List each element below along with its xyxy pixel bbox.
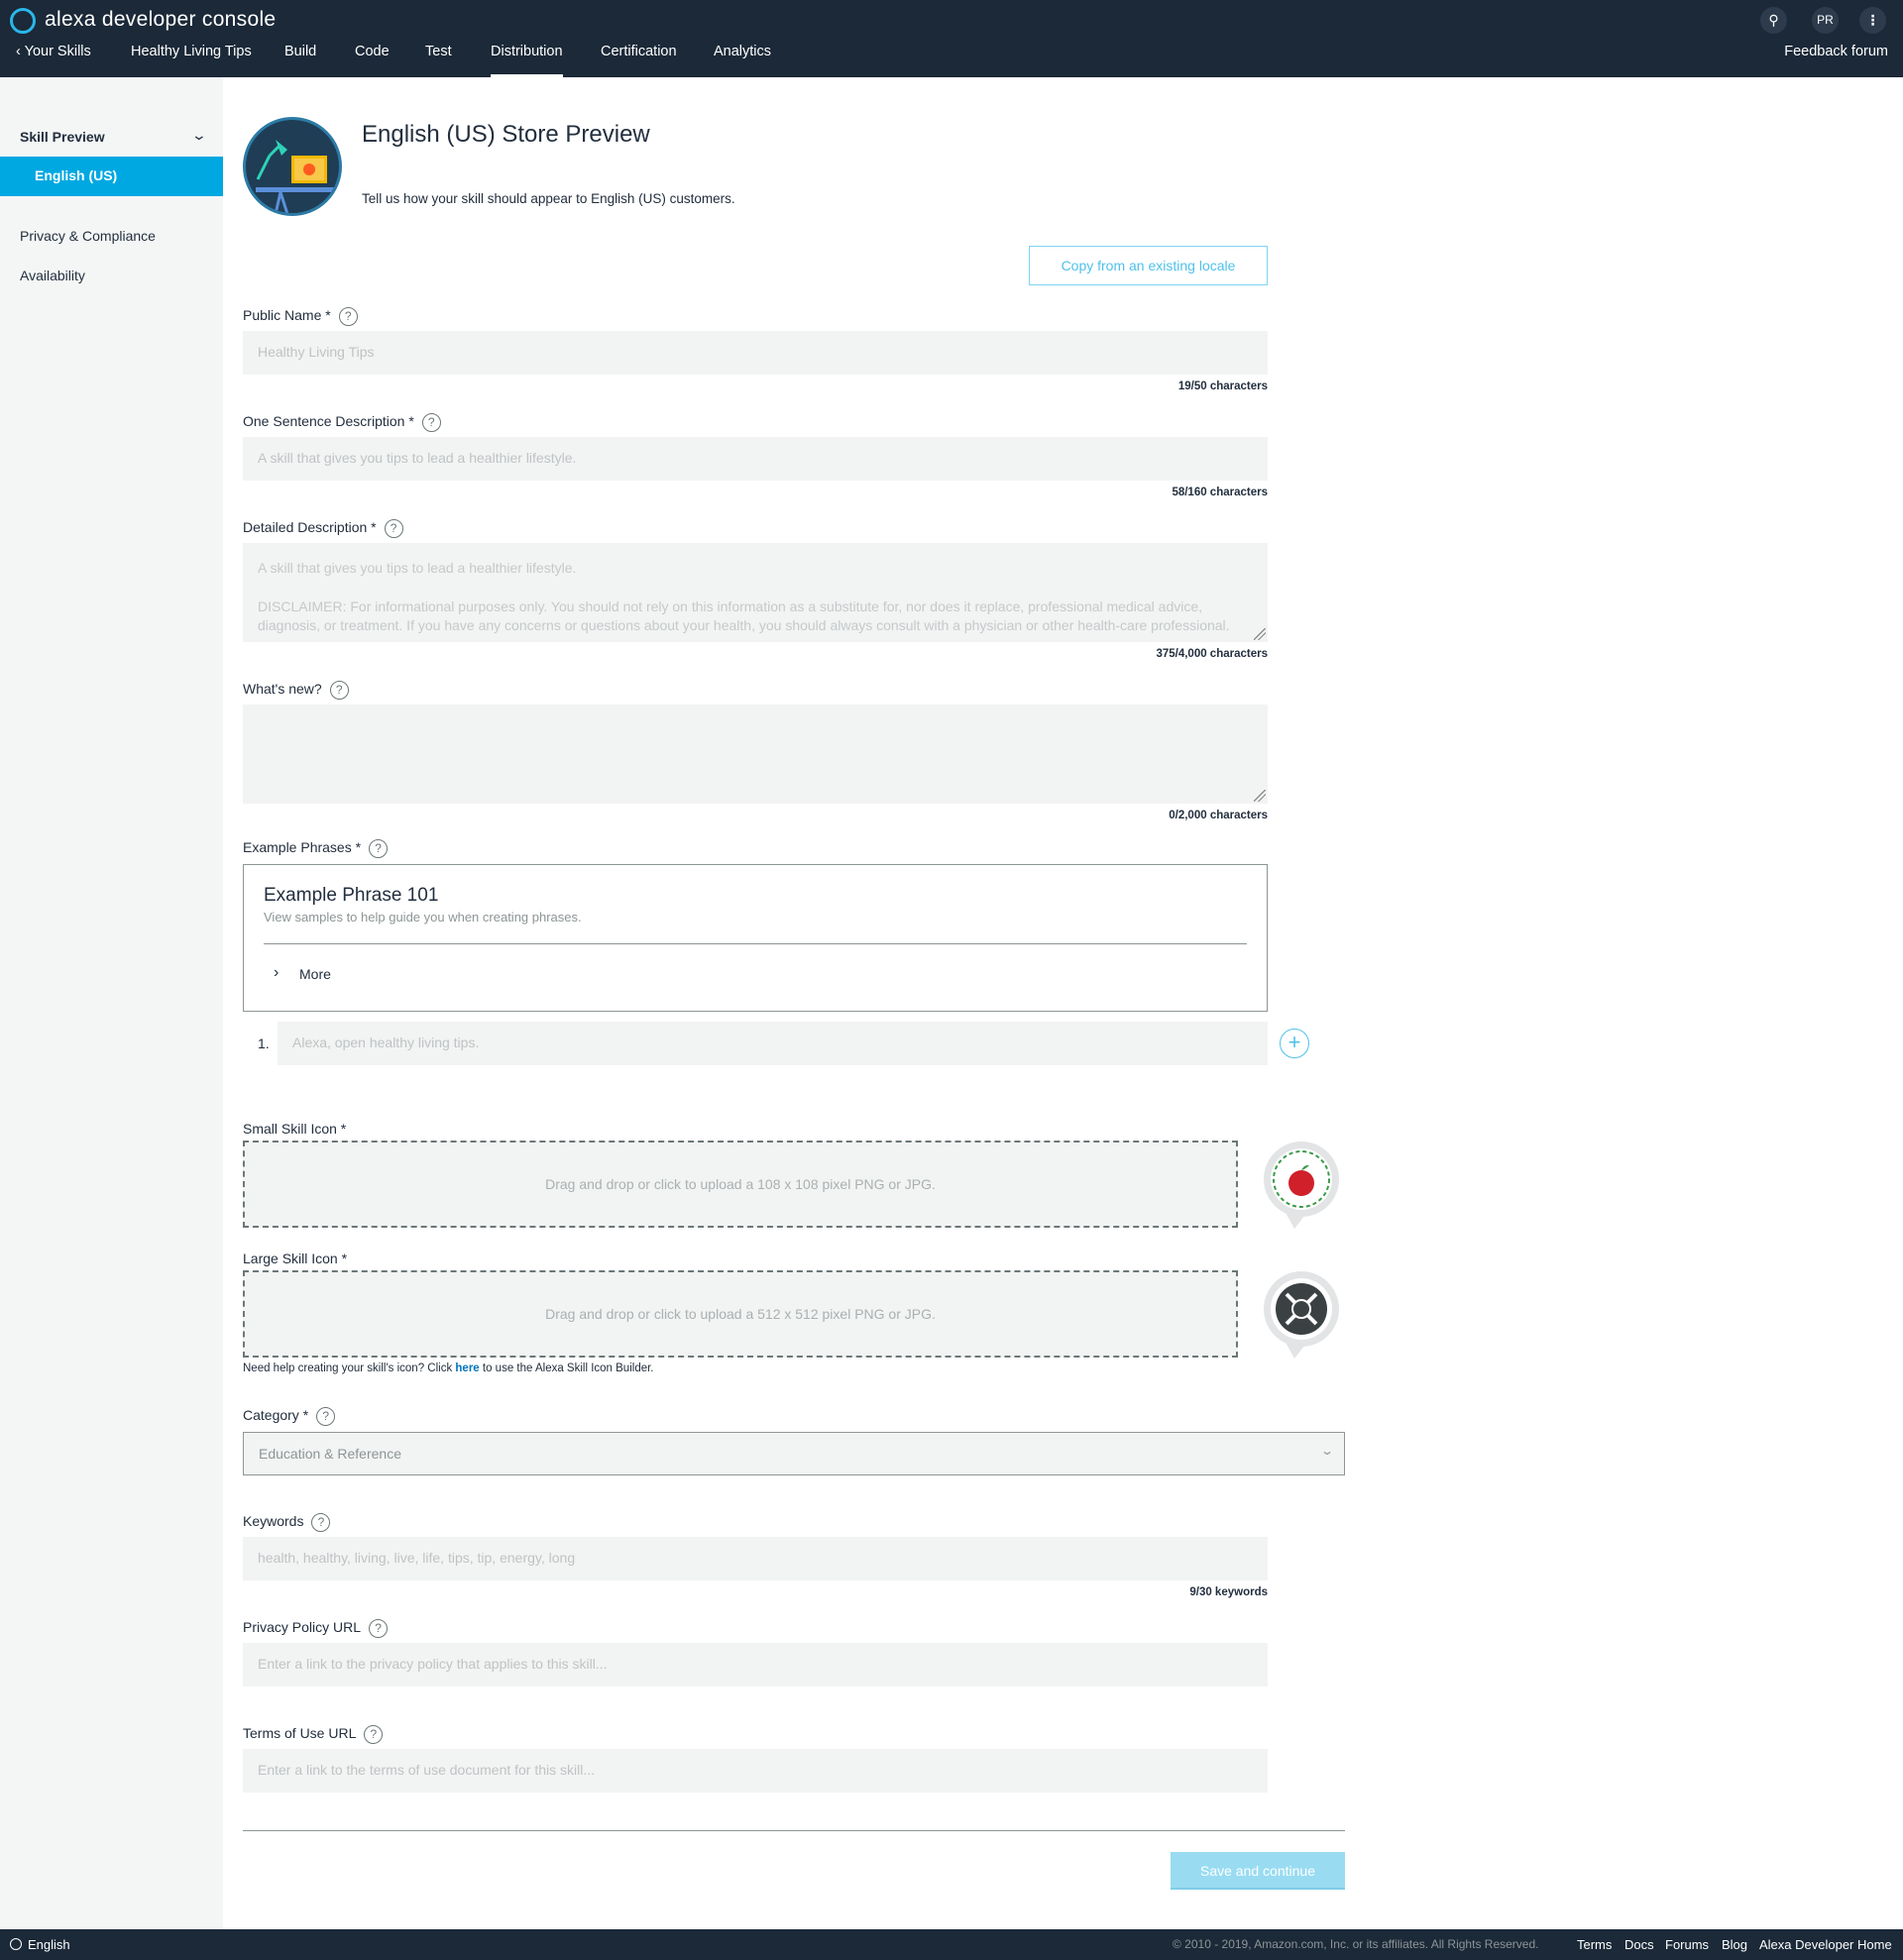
search-icon[interactable]: ⚲ [1760,7,1787,34]
sidebar: Skill Preview ⌄ English (US) Privacy & C… [0,77,223,1929]
help-icon[interactable]: ? [369,1619,389,1638]
help-icon[interactable]: ? [384,519,403,538]
keywords-label: Keywords? [243,1513,331,1532]
app-brand[interactable]: alexa developer console [45,8,276,32]
large-icon-preview [1264,1271,1339,1347]
small-icon-dropzone[interactable]: Drag and drop or click to upload a 108 x… [243,1141,1238,1228]
page-title: English (US) Store Preview [362,121,650,148]
tab-test[interactable]: Test [425,44,452,77]
help-icon[interactable]: ? [329,681,349,700]
one-sentence-counter: 58/160 characters [1172,487,1268,498]
avatar[interactable]: PR [1812,7,1839,34]
footer-link-forums[interactable]: Forums [1665,1937,1709,1952]
example-phrases-label: Example Phrases *? [243,839,389,858]
small-icon-preview [1264,1142,1339,1217]
tab-code[interactable]: Code [355,44,390,77]
tab-analytics[interactable]: Analytics [714,44,771,77]
bubble-tail [1285,1211,1308,1229]
chevron-right-icon[interactable]: › [274,964,279,982]
tab-distribution[interactable]: Distribution [491,44,563,77]
help-icon[interactable]: ? [311,1513,331,1532]
icon-builder-help: Need help creating your skill's icon? Cl… [243,1362,654,1374]
detailed-description-line: diagnosis, or treatment. If you have any… [258,617,1230,633]
help-icon[interactable]: ? [338,307,358,326]
whats-new-label: What's new?? [243,681,349,700]
privacy-url-label: Privacy Policy URL? [243,1619,389,1638]
help-icon[interactable]: ? [369,839,389,858]
nav-back-your-skills[interactable]: ‹ Your Skills [16,44,91,77]
terms-url-input[interactable]: Enter a link to the terms of use documen… [243,1749,1268,1793]
save-and-continue-button[interactable]: Save and continue [1171,1852,1345,1890]
globe-icon [10,1938,22,1950]
divider [264,943,1247,944]
category-select[interactable]: Education & Reference ⌄ [243,1432,1345,1475]
privacy-url-input[interactable]: Enter a link to the privacy policy that … [243,1643,1268,1687]
detailed-description-label: Detailed Description *? [243,519,403,538]
footer-link-blog[interactable]: Blog [1722,1937,1747,1952]
add-phrase-icon[interactable]: + [1280,1029,1309,1058]
keywords-counter: 9/30 keywords [1189,1586,1268,1598]
one-sentence-label: One Sentence Description *? [243,413,441,432]
page-subtitle: Tell us how your skill should appear to … [362,191,735,206]
example-phrase-input[interactable]: Alexa, open healthy living tips. [278,1022,1268,1065]
footer-link-alexa-developer-home[interactable]: Alexa Developer Home [1759,1937,1892,1952]
example-phrase-101-panel: Example Phrase 101 View samples to help … [243,864,1268,1012]
feedback-forum-link[interactable]: Feedback forum [1784,44,1888,59]
chevron-left-icon: ‹ [16,44,25,59]
footer-link-docs[interactable]: Docs [1624,1937,1654,1952]
detailed-description-counter: 375/4,000 characters [1156,648,1268,660]
resize-handle-icon[interactable] [1254,790,1266,802]
sidebar-item-english-us[interactable]: English (US) [0,157,223,196]
resize-handle-icon[interactable] [1254,628,1266,640]
sidebar-item-availability[interactable]: Availability [20,268,85,283]
footer-link-terms[interactable]: Terms [1577,1937,1612,1952]
chevron-down-icon: ⌄ [1319,1444,1335,1458]
fork-knife-icon [1271,1278,1332,1340]
bubble-tail [1285,1341,1308,1359]
chevron-down-icon[interactable]: ⌄ [191,127,207,144]
phrase-number: 1. [258,1035,270,1051]
whats-new-counter: 0/2,000 characters [1169,810,1268,821]
more-toggle[interactable]: More [299,966,331,982]
icon-builder-link[interactable]: here [455,1362,479,1374]
one-sentence-input[interactable]: A skill that gives you tips to lead a he… [243,437,1268,481]
sidebar-group-skill-preview[interactable]: Skill Preview [20,129,105,145]
footer: English © 2010 - 2019, Amazon.com, Inc. … [0,1929,1903,1960]
help-icon[interactable]: ? [421,413,441,432]
category-label: Category *? [243,1407,336,1426]
public-name-input[interactable]: Healthy Living Tips [243,331,1268,375]
public-name-counter: 19/50 characters [1177,381,1268,392]
small-icon-label: Small Skill Icon * [243,1121,347,1137]
sidebar-item-privacy-compliance[interactable]: Privacy & Compliance [20,228,156,244]
detailed-description-line: DISCLAIMER: For informational purposes o… [258,599,1203,614]
keywords-input[interactable]: health, healthy, living, live, life, tip… [243,1537,1268,1580]
store-preview-illustration [243,117,342,216]
apple-icon [1271,1148,1332,1210]
large-icon-dropzone[interactable]: Drag and drop or click to upload a 512 x… [243,1270,1238,1358]
top-bar: alexa developer console ⚲ PR ⋮ ‹ Your Sk… [0,0,1903,77]
copyright-text: © 2010 - 2019, Amazon.com, Inc. or its a… [1173,1937,1539,1951]
divider [243,1830,1345,1831]
tab-build[interactable]: Build [284,44,316,77]
large-icon-label: Large Skill Icon * [243,1251,348,1266]
more-vertical-icon[interactable]: ⋮ [1859,7,1886,34]
copy-from-locale-button[interactable]: Copy from an existing locale [1029,246,1268,285]
example-phrase-subtitle: View samples to help guide you when crea… [264,910,582,925]
help-icon[interactable]: ? [316,1407,336,1426]
whats-new-textarea[interactable] [243,705,1268,804]
detailed-description-textarea[interactable]: A skill that gives you tips to lead a he… [243,543,1268,642]
tab-certification[interactable]: Certification [601,44,677,77]
nav-skill-name[interactable]: Healthy Living Tips [131,44,252,77]
alexa-logo-icon[interactable] [10,8,36,34]
public-name-label: Public Name *? [243,307,358,326]
help-icon[interactable]: ? [364,1725,384,1744]
terms-url-label: Terms of Use URL? [243,1725,384,1744]
language-selector[interactable]: English [28,1937,70,1952]
example-phrase-title: Example Phrase 101 [264,885,439,906]
detailed-description-line: A skill that gives you tips to lead a he… [258,560,577,576]
